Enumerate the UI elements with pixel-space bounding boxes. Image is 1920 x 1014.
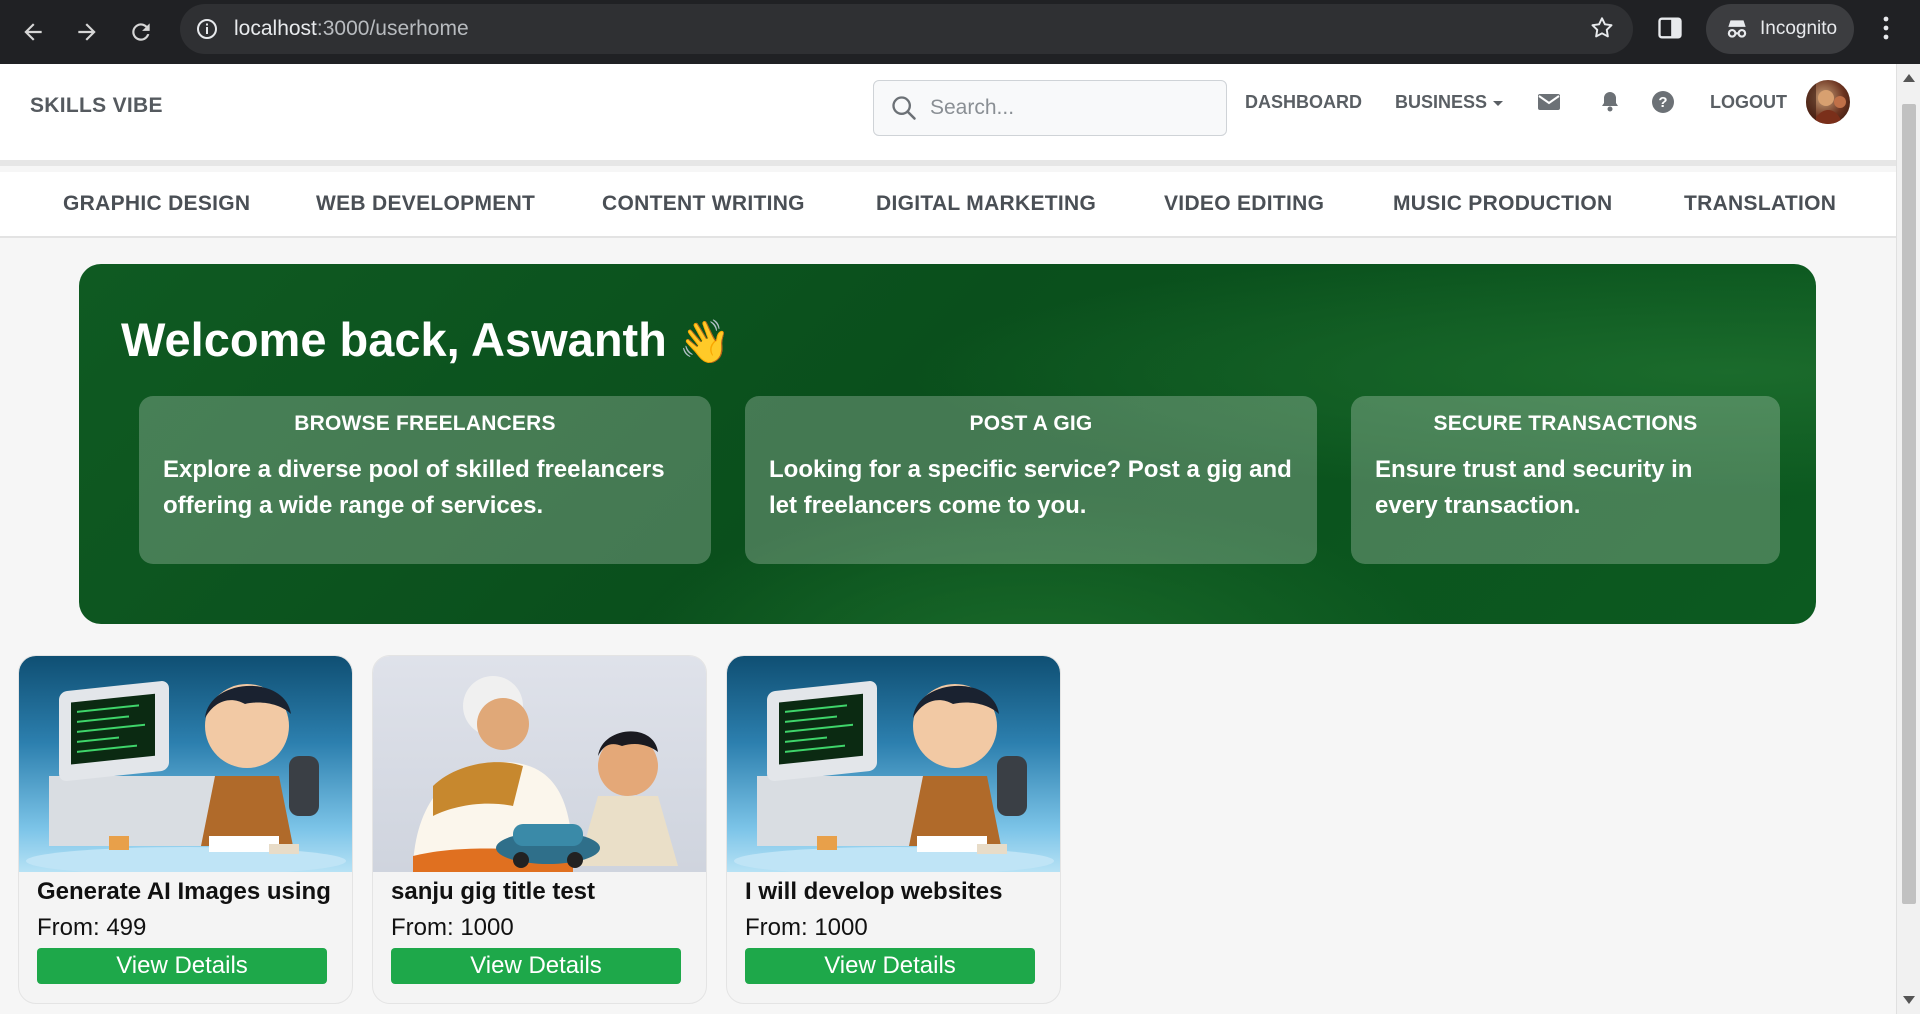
gig-thumbnail[interactable] <box>19 656 352 872</box>
category-music-production[interactable]: MUSIC PRODUCTION <box>1393 192 1612 216</box>
category-video-editing[interactable]: VIDEO EDITING <box>1164 192 1324 216</box>
incognito-icon <box>1727 20 1747 38</box>
page-scrollbar[interactable] <box>1896 64 1920 1014</box>
gig-thumbnail[interactable] <box>373 656 706 872</box>
feature-heading: SECURE TRANSACTIONS <box>1433 412 1698 435</box>
feature-heading: POST A GIG <box>969 412 1093 435</box>
gig-title[interactable]: I will develop websites <box>745 878 1060 906</box>
view-details-button[interactable]: View Details <box>37 948 327 984</box>
more-menu-icon[interactable] <box>1874 14 1898 47</box>
search-input[interactable] <box>930 96 1190 120</box>
category-translation[interactable]: TRANSLATION <box>1684 192 1836 216</box>
category-web-development[interactable]: WEB DEVELOPMENT <box>316 192 535 216</box>
feature-text: Looking for a specific service? Post a g… <box>769 456 1292 519</box>
reload-icon <box>132 23 150 41</box>
nav-business-label: BUSINESS <box>1395 92 1488 112</box>
envelope-icon[interactable] <box>1537 92 1561 117</box>
address-bar[interactable]: localhost:3000/userhome <box>180 4 1633 54</box>
nav-dashboard[interactable]: DASHBOARD <box>1245 92 1362 113</box>
user-avatar[interactable] <box>1804 78 1852 126</box>
gig-title[interactable]: Generate AI Images using <box>37 878 352 906</box>
reload-button[interactable] <box>114 4 168 60</box>
view-details-button[interactable]: View Details <box>745 948 1035 984</box>
site-logo[interactable]: SKILLS VIBE <box>30 94 163 118</box>
url-host: localhost <box>234 17 317 40</box>
feature-card-secure[interactable]: SECURE TRANSACTIONS Ensure trust and sec… <box>1351 396 1780 564</box>
search-icon <box>892 96 916 120</box>
gig-card[interactable]: I will develop websites From: 1000 View … <box>726 655 1061 1004</box>
forward-button[interactable] <box>60 4 114 60</box>
url-text: localhost:3000/userhome <box>234 17 469 41</box>
caret-down-icon <box>1493 100 1504 106</box>
url-path: :3000/userhome <box>316 17 469 40</box>
scroll-down-arrow-icon[interactable] <box>1903 996 1915 1004</box>
gig-thumbnail[interactable] <box>727 656 1060 872</box>
feature-text: Explore a diverse pool of skilled freela… <box>163 456 665 519</box>
scrollbar-thumb[interactable] <box>1902 104 1916 904</box>
bookmark-star-icon[interactable] <box>1589 15 1615 46</box>
feature-card-post-gig[interactable]: POST A GIG Looking for a specific servic… <box>745 396 1317 564</box>
svg-text:?: ? <box>1658 94 1667 111</box>
incognito-badge[interactable]: Incognito <box>1706 4 1854 54</box>
feature-card-browse[interactable]: BROWSE FREELANCERS Explore a diverse poo… <box>139 396 711 564</box>
site-info-icon[interactable] <box>194 16 220 42</box>
view-details-button[interactable]: View Details <box>391 948 681 984</box>
side-panel-icon[interactable] <box>1656 14 1684 47</box>
category-graphic-design[interactable]: GRAPHIC DESIGN <box>63 192 250 216</box>
bell-icon[interactable] <box>1600 90 1620 117</box>
feature-heading: BROWSE FREELANCERS <box>294 412 556 435</box>
gig-price: From: 499 <box>37 914 147 941</box>
arrow-right-icon <box>78 23 96 41</box>
gig-card[interactable]: Generate AI Images using From: 499 View … <box>18 655 353 1004</box>
incognito-label: Incognito <box>1760 18 1838 39</box>
help-icon[interactable]: ? <box>1651 90 1675 119</box>
gig-price: From: 1000 <box>391 914 514 941</box>
welcome-text: Welcome back, Aswanth <box>121 313 667 366</box>
back-button[interactable] <box>6 4 60 60</box>
site-header: SKILLS VIBE DASHBOARD BUSINESS ? LOGOUT <box>0 64 1896 166</box>
search-box[interactable] <box>873 80 1227 136</box>
browser-toolbar: localhost:3000/userhome Incognito <box>0 0 1920 64</box>
scroll-up-arrow-icon[interactable] <box>1903 74 1915 82</box>
nav-logout[interactable]: LOGOUT <box>1710 92 1787 113</box>
category-bar: GRAPHIC DESIGN WEB DEVELOPMENT CONTENT W… <box>0 172 1896 238</box>
category-digital-marketing[interactable]: DIGITAL MARKETING <box>876 192 1096 216</box>
gig-price: From: 1000 <box>745 914 868 941</box>
arrow-left-icon <box>24 23 42 41</box>
gig-card[interactable]: sanju gig title test From: 1000 View Det… <box>372 655 707 1004</box>
category-content-writing[interactable]: CONTENT WRITING <box>602 192 805 216</box>
waving-hand-emoji: 👋 <box>678 318 732 365</box>
welcome-banner: Welcome back, Aswanth 👋 BROWSE FREELANCER… <box>79 264 1816 624</box>
feature-text: Ensure trust and security in every trans… <box>1375 456 1693 519</box>
nav-business[interactable]: BUSINESS <box>1395 92 1505 113</box>
welcome-heading: Welcome back, Aswanth 👋 <box>121 312 731 367</box>
gig-title[interactable]: sanju gig title test <box>391 878 706 906</box>
